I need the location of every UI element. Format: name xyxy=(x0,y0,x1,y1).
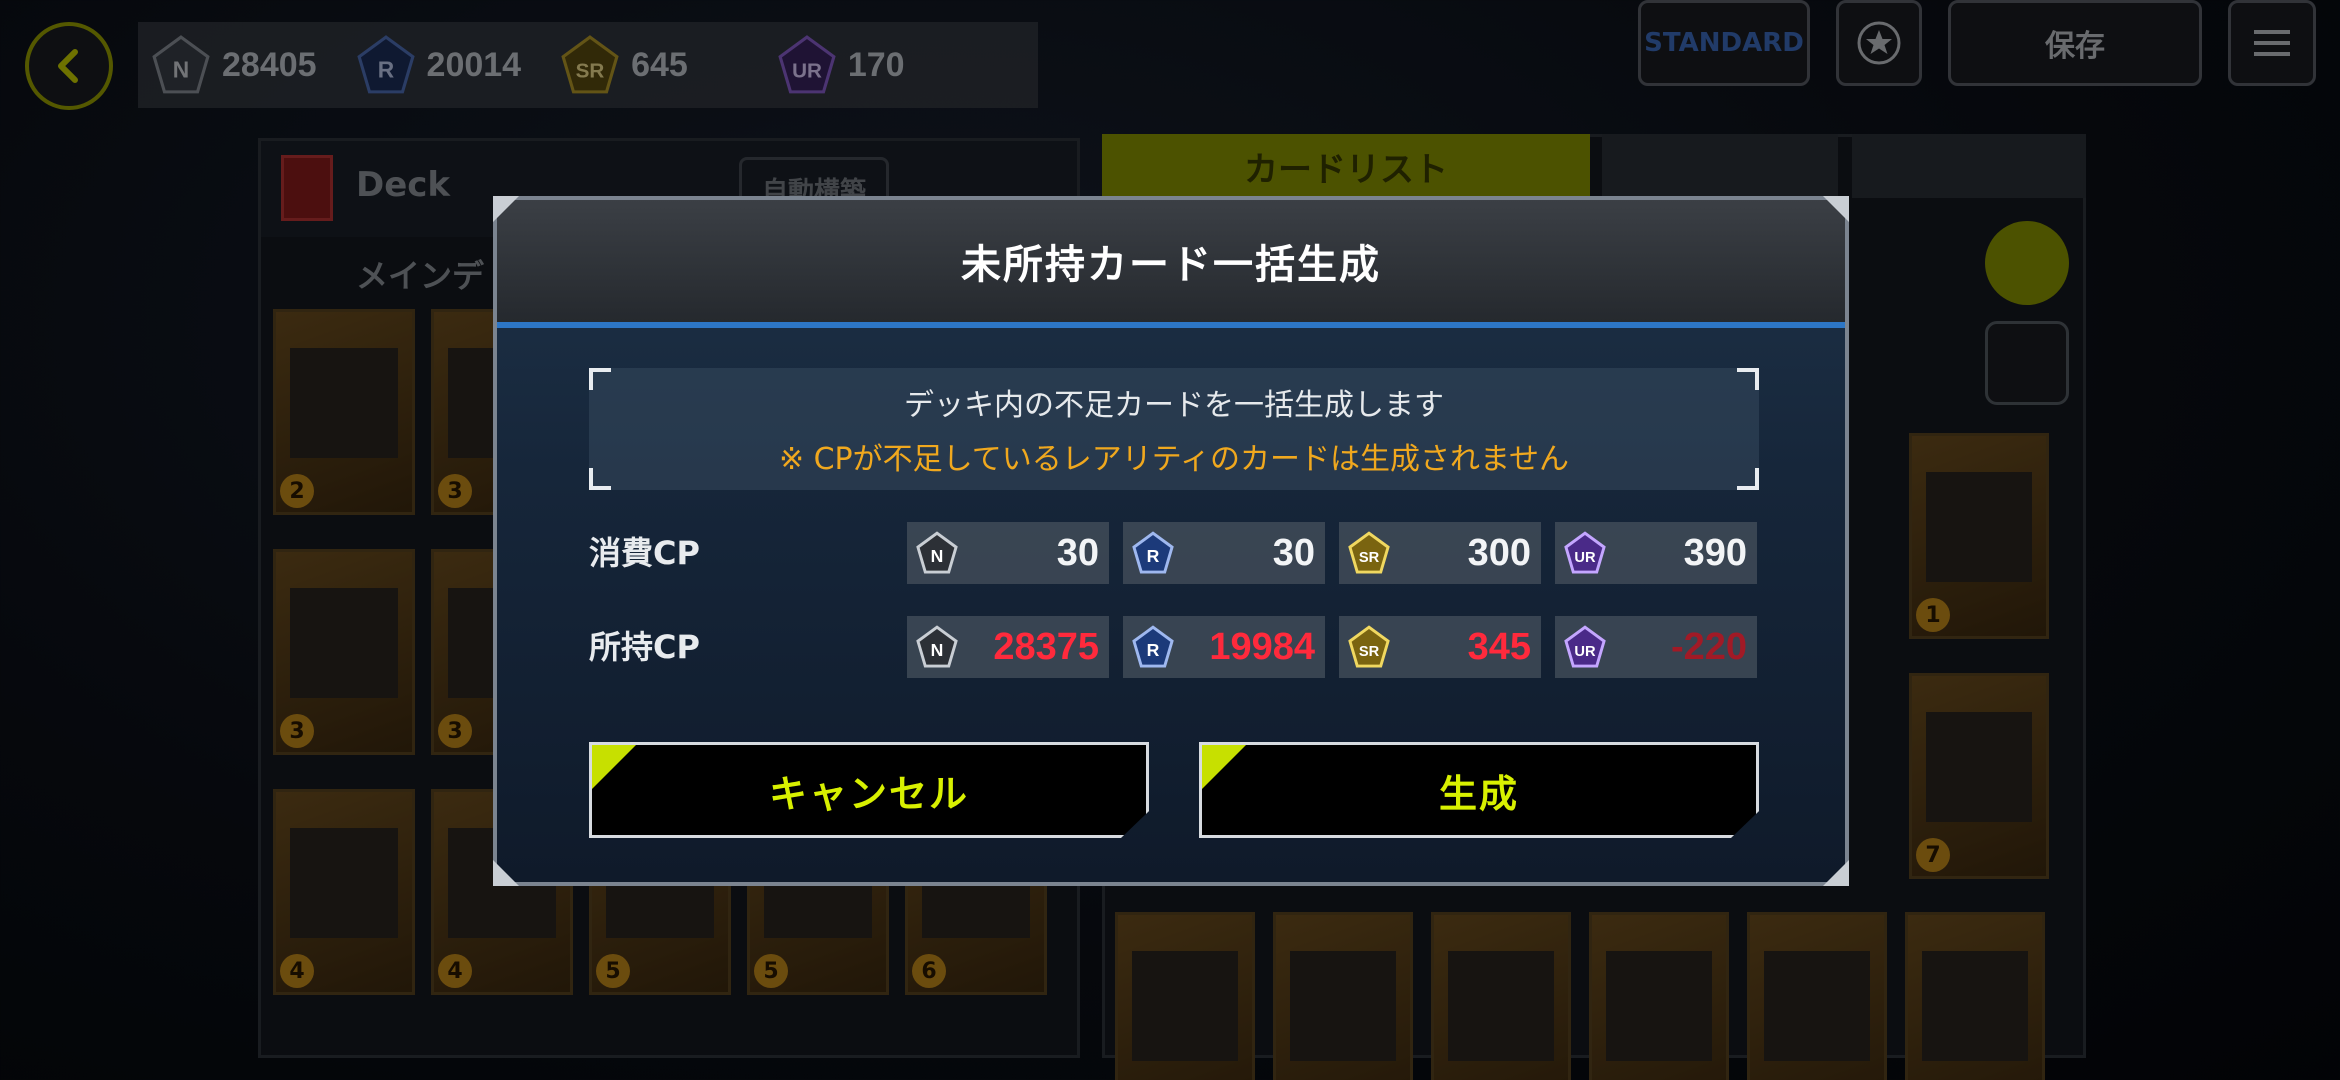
cp-r-icon: R xyxy=(1132,625,1174,668)
cp-sr-icon: SR xyxy=(1348,531,1390,574)
info-warning: ※ CPが不足しているレアリティのカードは生成されません xyxy=(778,442,1570,477)
cp-sr-icon: SR xyxy=(1348,625,1390,668)
corner-ornament xyxy=(493,196,519,222)
svg-text:UR: UR xyxy=(1574,550,1596,566)
consume-cp-ur-value: 390 xyxy=(1683,532,1747,574)
cancel-button[interactable]: キャンセル xyxy=(589,742,1149,838)
consume-cp-r-value: 30 xyxy=(1272,532,1315,574)
cp-n-icon: N xyxy=(916,531,958,574)
info-box: デッキ内の不足カードを一括生成します ※ CPが不足しているレアリティのカードは… xyxy=(589,368,1759,490)
corner-ornament xyxy=(1823,860,1849,886)
corner-ornament xyxy=(493,860,519,886)
bulk-generate-dialog: 未所持カード一括生成 デッキ内の不足カードを一括生成します ※ CPが不足してい… xyxy=(493,196,1849,886)
dialog-title: 未所持カード一括生成 xyxy=(961,242,1381,288)
owned-cp-r-value: 19984 xyxy=(1209,626,1315,668)
consume-cp-ur: UR 390 xyxy=(1555,522,1757,584)
cp-n-icon: N xyxy=(916,625,958,668)
owned-cp-row: 所持CP N 28375 R 19984 SR 345 UR -220 xyxy=(589,616,1759,678)
consume-cp-row: 消費CP N 30 R 30 SR 300 UR 390 xyxy=(589,522,1759,584)
cp-ur-icon: UR xyxy=(1564,625,1606,668)
corner-ornament xyxy=(1823,196,1849,222)
svg-text:R: R xyxy=(1147,546,1160,566)
consume-cp-sr: SR 300 xyxy=(1339,522,1541,584)
generate-label: 生成 xyxy=(1438,771,1519,816)
info-description: デッキ内の不足カードを一括生成します xyxy=(904,388,1444,423)
svg-text:R: R xyxy=(1147,640,1160,660)
owned-cp-n: N 28375 xyxy=(907,616,1109,678)
owned-cp-sr-value: 345 xyxy=(1467,626,1531,668)
cp-ur-icon: UR xyxy=(1564,531,1606,574)
owned-cp-r: R 19984 xyxy=(1123,616,1325,678)
svg-text:N: N xyxy=(931,546,944,566)
owned-cp-ur: UR -220 xyxy=(1555,616,1757,678)
consume-cp-n-value: 30 xyxy=(1056,532,1099,574)
cancel-label: キャンセル xyxy=(768,771,969,816)
cp-r-icon: R xyxy=(1132,531,1174,574)
svg-text:UR: UR xyxy=(1574,644,1596,660)
owned-cp-n-value: 28375 xyxy=(993,626,1099,668)
svg-text:N: N xyxy=(931,640,944,660)
svg-text:SR: SR xyxy=(1359,644,1380,660)
dialog-header: 未所持カード一括生成 xyxy=(497,200,1845,328)
svg-text:SR: SR xyxy=(1359,550,1380,566)
consume-cp-n: N 30 xyxy=(907,522,1109,584)
generate-button[interactable]: 生成 xyxy=(1199,742,1759,838)
owned-cp-sr: SR 345 xyxy=(1339,616,1541,678)
consume-cp-sr-value: 300 xyxy=(1467,532,1531,574)
owned-cp-label: 所持CP xyxy=(589,628,700,666)
owned-cp-ur-value: -220 xyxy=(1670,626,1747,668)
consume-cp-label: 消費CP xyxy=(589,534,700,572)
consume-cp-r: R 30 xyxy=(1123,522,1325,584)
